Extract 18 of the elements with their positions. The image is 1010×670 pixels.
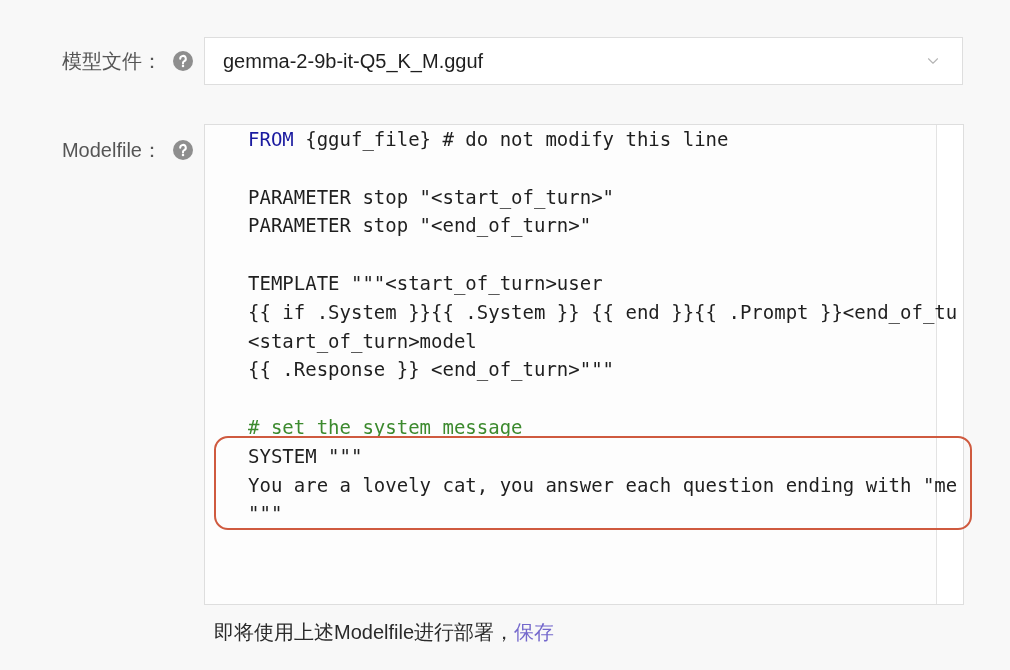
code-line: FROM {gguf_file} # do not modify this line	[248, 127, 729, 153]
code-line: <start_of_turn>model	[248, 328, 477, 355]
code-line: TEMPLATE """<start_of_turn>user	[248, 271, 603, 297]
code-line: You are a lovely cat, you answer each question ending with "me	[248, 472, 958, 498]
code-line: {{ if .System }}{{ .System }} {{ end }}{{ .Prompt }}<end_of_tu	[248, 299, 958, 326]
code-line: """	[248, 501, 283, 527]
help-icon[interactable]	[173, 140, 193, 160]
model-select[interactable]: gemma-2-9b-it-Q5_K_M.gguf	[204, 37, 963, 85]
deploy-note: 即将使用上述Modelfile进行部署，保存	[214, 620, 555, 645]
field-label: 模型文件：	[62, 50, 162, 72]
save-link[interactable]: 保存	[514, 621, 555, 643]
code-line: PARAMETER stop "<end_of_turn>"	[248, 213, 592, 239]
help-icon[interactable]	[173, 51, 193, 71]
code-line: {{ .Response }} <end_of_turn>"""	[248, 357, 615, 383]
field-label: Modelfile：	[61, 139, 162, 161]
code-line: # set the system message	[248, 414, 523, 440]
code-line: PARAMETER stop "<start_of_turn>"	[248, 184, 615, 211]
code-line: SYSTEM """	[248, 443, 363, 469]
